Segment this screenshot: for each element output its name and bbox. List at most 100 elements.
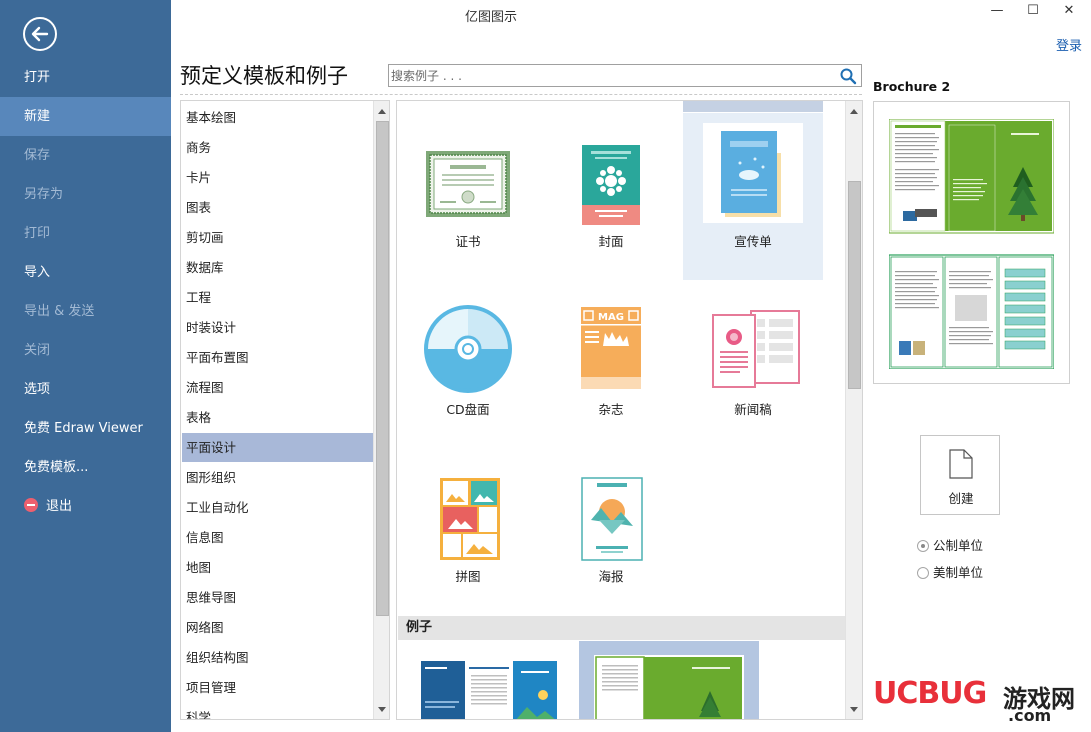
category-item[interactable]: 基本绘图: [182, 103, 373, 132]
menu-free-templates[interactable]: 免费模板...: [0, 448, 171, 487]
category-item[interactable]: 平面布置图: [182, 343, 373, 372]
exit-icon: [24, 498, 38, 512]
new-document-icon: [949, 449, 973, 479]
poster-icon: [581, 477, 643, 561]
category-scrollbar[interactable]: [373, 101, 389, 719]
example-brochure-1[interactable]: [421, 661, 557, 719]
us-units-option[interactable]: 美制单位: [917, 562, 983, 581]
template-label: 宣传单: [734, 234, 772, 249]
template-label: 证书: [455, 234, 481, 249]
category-item[interactable]: 流程图: [182, 373, 373, 402]
template-label: 海报: [598, 569, 624, 584]
metric-units-label: 公制单位: [933, 538, 984, 553]
scroll-down-arrow[interactable]: [374, 701, 389, 717]
collage-icon: [440, 478, 500, 560]
category-item[interactable]: 图形组织: [182, 463, 373, 492]
category-item-selected[interactable]: 平面设计: [182, 433, 373, 462]
template-scrollbar[interactable]: [845, 101, 862, 719]
template-label: 新闻稿: [734, 402, 772, 417]
menu-print[interactable]: 打印: [0, 214, 171, 253]
category-item[interactable]: 表格: [182, 403, 373, 432]
login-link[interactable]: 登录: [1056, 35, 1082, 54]
search-box: [388, 64, 862, 87]
template-cover[interactable]: 封面: [541, 113, 681, 280]
menu-exit[interactable]: 退出: [0, 487, 171, 526]
press-release-icon: [712, 310, 800, 388]
window-title: 亿图图示: [464, 10, 517, 25]
category-item[interactable]: 科学: [182, 703, 373, 719]
close-window-button[interactable]: ✕: [1055, 2, 1083, 22]
category-item[interactable]: 工程: [182, 283, 373, 312]
cd-icon: [424, 305, 512, 393]
search-icon[interactable]: [839, 67, 857, 85]
scroll-thumb[interactable]: [376, 121, 389, 616]
page-title: 预定义模板和例子: [180, 64, 348, 88]
radio-button[interactable]: [917, 567, 929, 579]
svg-text:MAG: MAG: [598, 312, 624, 323]
menu-exit-label: 退出: [46, 499, 73, 514]
category-list: 基本绘图 商务 卡片 图表 剪切画 数据库 工程 时装设计 平面布置图 流程图 …: [180, 100, 390, 720]
category-item[interactable]: 图表: [182, 193, 373, 222]
template-flyer[interactable]: 宣传单: [683, 113, 823, 280]
category-item[interactable]: 数据库: [182, 253, 373, 282]
category-item[interactable]: 时装设计: [182, 313, 373, 342]
category-item[interactable]: 信息图: [182, 523, 373, 552]
category-item[interactable]: 思维导图: [182, 583, 373, 612]
selection-strip: [683, 101, 823, 112]
back-button[interactable]: [23, 17, 57, 51]
search-input[interactable]: [391, 66, 835, 85]
scroll-up-arrow[interactable]: [846, 103, 862, 119]
template-poster[interactable]: 海报: [541, 448, 681, 615]
cover-icon: [582, 145, 640, 225]
template-cd[interactable]: CD盘面: [398, 281, 538, 448]
brochure-preview-image: [889, 119, 1054, 369]
us-units-label: 美制单位: [933, 565, 984, 580]
watermark-domain: .com: [1008, 706, 1052, 725]
category-item[interactable]: 网络图: [182, 613, 373, 642]
category-item[interactable]: 组织结构图: [182, 643, 373, 672]
brochure-blue-thumbnail: [421, 661, 557, 719]
menu-import[interactable]: 导入: [0, 253, 171, 292]
preview-panel: [873, 101, 1070, 384]
category-item[interactable]: 工业自动化: [182, 493, 373, 522]
examples-header: 例子: [398, 616, 845, 640]
scroll-up-arrow[interactable]: [374, 103, 389, 119]
create-button[interactable]: 创建: [920, 435, 1000, 515]
category-item[interactable]: 项目管理: [182, 673, 373, 702]
metric-units-option[interactable]: 公制单位: [917, 535, 983, 554]
menu-free-viewer[interactable]: 免费 Edraw Viewer: [0, 409, 171, 448]
template-label: 封面: [598, 234, 624, 249]
example-brochure-2[interactable]: [579, 641, 759, 719]
menu-new[interactable]: 新建: [0, 97, 171, 136]
template-collage[interactable]: 拼图: [398, 448, 538, 615]
template-label: CD盘面: [446, 402, 490, 417]
scroll-thumb[interactable]: [848, 181, 861, 389]
magazine-icon: MAG: [581, 307, 641, 389]
category-item[interactable]: 剪切画: [182, 223, 373, 252]
menu-export-send[interactable]: 导出 & 发送: [0, 292, 171, 331]
menu-open[interactable]: 打开: [0, 58, 171, 97]
template-press-release[interactable]: 新闻稿: [683, 281, 823, 448]
template-grid: 证书 封面 宣传单 CD盘面 MAG 杂志 新闻稿 拼图 海报 例子: [396, 100, 863, 720]
maximize-button[interactable]: ☐: [1019, 2, 1047, 22]
backstage-sidebar: 打开 新建 保存 另存为 打印 导入 导出 & 发送 关闭 选项 免费 Edra…: [0, 0, 171, 732]
category-item[interactable]: 商务: [182, 133, 373, 162]
menu-options[interactable]: 选项: [0, 370, 171, 409]
menu-save-as[interactable]: 另存为: [0, 175, 171, 214]
watermark-logo: UCBUG 游戏网 .com: [873, 676, 1087, 728]
scroll-down-arrow[interactable]: [846, 701, 862, 717]
minimize-button[interactable]: —: [983, 2, 1011, 22]
category-item[interactable]: 卡片: [182, 163, 373, 192]
radio-button-checked[interactable]: [917, 540, 929, 552]
template-certificate[interactable]: 证书: [398, 113, 538, 280]
template-magazine[interactable]: MAG 杂志: [541, 281, 681, 448]
menu-close[interactable]: 关闭: [0, 331, 171, 370]
category-item[interactable]: 地图: [182, 553, 373, 582]
template-label: 拼图: [455, 569, 481, 584]
menu-save[interactable]: 保存: [0, 136, 171, 175]
flyer-icon: [703, 123, 803, 223]
certificate-icon: [426, 151, 510, 217]
template-label: 杂志: [598, 402, 624, 417]
brochure-green-thumbnail: [594, 655, 744, 719]
watermark-brand: UCBUG: [873, 676, 987, 711]
